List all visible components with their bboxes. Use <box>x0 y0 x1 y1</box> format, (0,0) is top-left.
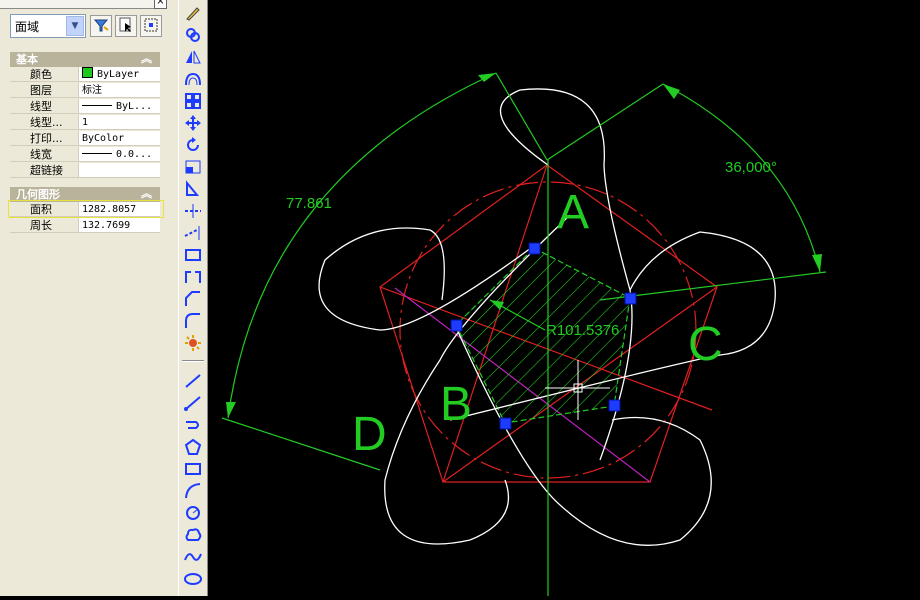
property-key: 线宽 <box>10 147 78 162</box>
color-swatch-icon <box>82 67 93 78</box>
label-d: D <box>352 408 387 461</box>
ray-icon[interactable] <box>183 394 203 412</box>
toolbar-separator <box>182 360 204 362</box>
property-value[interactable]: ByLayer <box>78 67 160 82</box>
property-value[interactable]: 1 <box>78 115 160 130</box>
scale-icon[interactable] <box>183 158 203 176</box>
property-row-plotstyle[interactable]: 打印... ByColor <box>10 131 160 147</box>
chamfer-icon[interactable] <box>183 290 203 308</box>
property-value: 132.7699 <box>78 218 160 233</box>
property-key: 颜色 <box>10 67 78 82</box>
property-row-hyperlink[interactable]: 超链接 <box>10 163 160 179</box>
property-key: 周长 <box>10 218 78 233</box>
property-value[interactable]: 标注 <box>78 83 160 98</box>
property-row-color[interactable]: 颜色 ByLayer <box>10 67 160 83</box>
property-row-linetype[interactable]: 线型 ByL... <box>10 99 160 115</box>
arc-dimension-text: 77.861 <box>286 195 332 212</box>
object-type-select[interactable]: 面域 ▼ <box>10 14 86 38</box>
trim-icon[interactable] <box>183 202 203 220</box>
offset-icon[interactable] <box>183 70 203 88</box>
mirror-icon[interactable] <box>183 48 203 66</box>
ellipse-icon[interactable] <box>183 570 203 588</box>
chevron-down-icon[interactable]: ▼ <box>66 16 84 36</box>
select-objects-icon[interactable] <box>115 15 137 37</box>
spline-icon[interactable] <box>183 548 203 566</box>
extend-icon[interactable] <box>183 224 203 242</box>
label-a: A <box>557 186 589 239</box>
polygon-icon[interactable] <box>183 438 203 456</box>
property-value-text: 0.0... <box>116 149 153 160</box>
stretch-icon[interactable] <box>183 180 203 198</box>
property-value-text: ByL... <box>116 101 153 112</box>
quick-select-icon[interactable] <box>90 15 112 37</box>
property-key: 图层 <box>10 83 78 98</box>
drawing-svg[interactable]: 36,000° 77.861 R101.5376 A B C D <box>208 0 920 596</box>
rectangle-icon[interactable] <box>183 460 203 478</box>
circle-icon[interactable] <box>183 504 203 522</box>
fillet-icon[interactable] <box>183 312 203 330</box>
section-basic-title: 基本 <box>16 53 38 66</box>
property-key: 打印... <box>10 131 78 146</box>
collapse-chevron-icon[interactable]: ︽ <box>141 186 152 201</box>
break-icon[interactable] <box>183 246 203 264</box>
property-value[interactable] <box>78 163 160 178</box>
close-icon[interactable]: × <box>154 0 167 9</box>
radius-dimension-text: R101.5376 <box>546 322 619 339</box>
property-row-layer[interactable]: 图层 标注 <box>10 83 160 99</box>
copy-icon[interactable] <box>183 26 203 44</box>
collapse-chevron-icon[interactable]: ︽ <box>141 51 152 66</box>
angle-dimension-text: 36,000° <box>725 159 777 176</box>
property-key: 线型... <box>10 115 78 130</box>
property-key: 线型 <box>10 99 78 114</box>
drawing-canvas[interactable]: 36,000° 77.861 R101.5376 A B C D <box>208 0 920 596</box>
linetype-sample-icon <box>82 105 112 106</box>
section-basic[interactable]: 基本 ︽ <box>10 52 160 67</box>
property-row-linetype-scale[interactable]: 线型... 1 <box>10 115 160 131</box>
line-icon[interactable] <box>183 372 203 390</box>
modify-draw-toolbar <box>178 0 209 596</box>
revcloud-icon[interactable] <box>183 526 203 544</box>
properties-palette: × 面域 ▼ 基本 ︽ 颜色 ByLayer 图层 标注 线型 ByL... 线… <box>0 0 178 596</box>
join-icon[interactable] <box>183 268 203 286</box>
pencil-icon[interactable] <box>183 4 203 22</box>
property-row-lineweight[interactable]: 线宽 0.0... <box>10 147 160 163</box>
area-highlight-box <box>8 200 164 218</box>
object-type-value: 面域 <box>15 20 40 34</box>
property-value[interactable]: 0.0... <box>78 147 160 162</box>
property-value-text: ByLayer <box>97 69 140 80</box>
label-c: C <box>688 318 723 371</box>
array-icon[interactable] <box>183 92 203 110</box>
move-icon[interactable] <box>183 114 203 132</box>
property-value[interactable]: ByColor <box>78 131 160 146</box>
property-row-perimeter[interactable]: 周长 132.7699 <box>10 218 160 234</box>
explode-icon[interactable] <box>183 334 203 352</box>
polyline-icon[interactable] <box>183 416 203 434</box>
property-value[interactable]: ByL... <box>78 99 160 114</box>
lineweight-sample-icon <box>82 153 112 154</box>
label-b: B <box>440 378 472 431</box>
arc-icon[interactable] <box>183 482 203 500</box>
rotate-icon[interactable] <box>183 136 203 154</box>
property-key: 超链接 <box>10 163 78 178</box>
toggle-pickadd-icon[interactable] <box>140 15 162 37</box>
palette-title-strip <box>0 0 166 9</box>
